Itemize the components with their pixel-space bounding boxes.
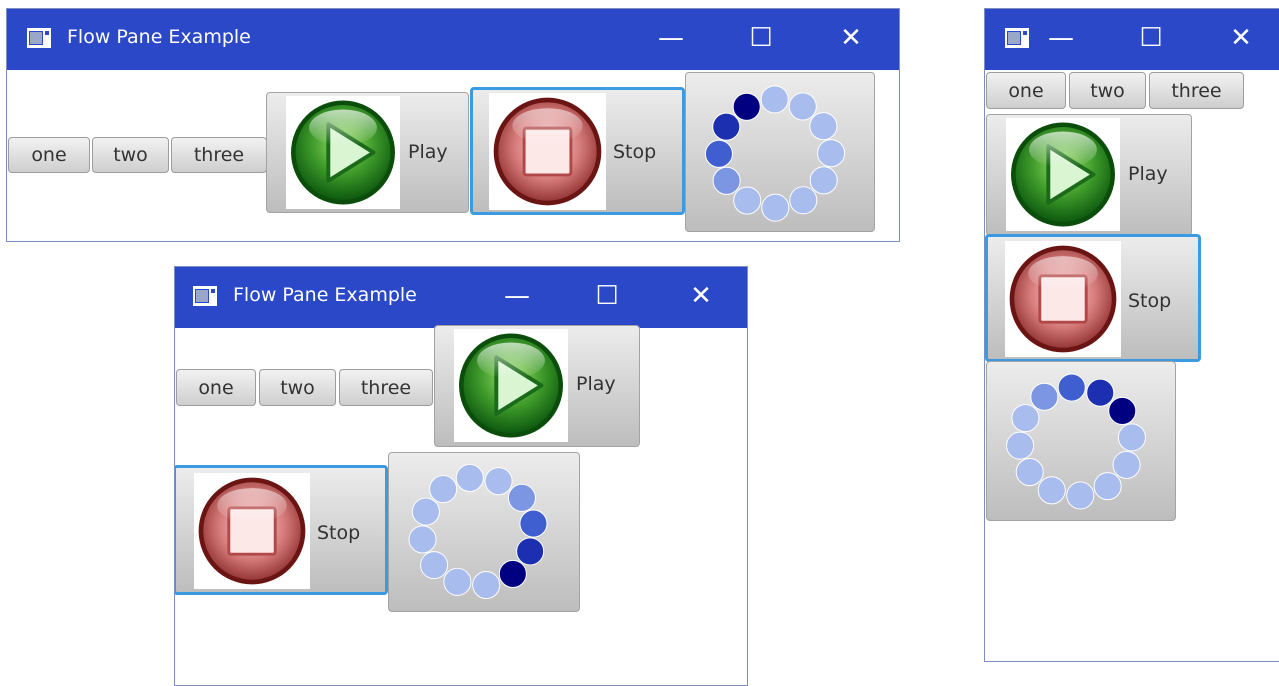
spinner-dot [1011,404,1040,433]
flow-pane-window-medium: Flow Pane Example — ☐ ✕ one two three Pl… [174,266,748,686]
play-button[interactable]: Play [266,92,469,213]
spinner-dot [519,509,548,538]
loading-spinner-icon [704,85,846,222]
spinner-dot [1093,472,1122,501]
spinner-dot [712,166,741,195]
play-label: Play [1128,163,1168,185]
app-icon [27,28,51,48]
play-label: Play [576,373,616,395]
spinner-dot [455,463,484,492]
spinner-dot [429,475,458,504]
spinner-dot [1117,423,1146,452]
spinner-dot [1108,396,1137,425]
spinner-dot [484,467,513,496]
app-icon [1005,28,1029,48]
spinner-dot [704,139,733,168]
stop-label: Stop [613,141,657,163]
spinner-dot [788,92,817,121]
stop-label: Stop [1128,290,1172,312]
stop-icon [1009,245,1117,353]
button-three[interactable]: three [1149,72,1244,109]
maximize-button[interactable]: ☐ [589,279,625,313]
spinner-dot [817,139,846,168]
minimize-button[interactable]: — [1043,21,1079,55]
button-two[interactable]: two [1069,72,1146,109]
loading-spinner-icon [1006,373,1146,510]
spinner-dot [712,112,741,141]
minimize-button[interactable]: — [653,21,689,55]
spinner-dot [1037,476,1066,505]
play-label: Play [408,141,448,163]
maximize-button[interactable]: ☐ [1133,21,1169,55]
spinner-dot [1112,450,1141,479]
button-one[interactable]: one [986,72,1066,109]
spinner-dot [1015,458,1044,487]
spinner-dot [732,92,761,121]
flow-pane: one two three Play Stop [985,70,1279,661]
spinner-dot [760,85,789,114]
spinner-dot [1086,378,1115,407]
spinner-dot [498,559,527,588]
button-three[interactable]: three [171,137,267,173]
spinner-dot [1006,431,1035,460]
stop-icon [493,97,602,206]
spinner-dot [420,551,449,580]
spinner-dot [408,525,437,554]
close-button[interactable]: ✕ [1223,21,1259,55]
spinner-dot [1057,373,1086,402]
stop-icon [198,477,306,585]
spinner-dot [507,483,536,512]
loading-button[interactable] [986,361,1176,521]
loading-button[interactable] [685,72,875,232]
stop-label: Stop [317,522,361,544]
spinner-dot [472,571,501,600]
loading-button[interactable] [388,452,580,612]
play-icon [459,333,563,438]
play-button[interactable]: Play [434,325,640,447]
spinner-dot [1066,481,1095,510]
maximize-button[interactable]: ☐ [743,21,779,55]
button-two[interactable]: two [92,137,169,173]
minimize-button[interactable]: — [499,279,535,313]
spinner-dot [789,186,818,215]
button-one[interactable]: one [8,137,90,173]
flow-pane: one two three Play Stop [7,70,899,241]
spinner-dot [761,193,790,222]
close-button[interactable]: ✕ [683,279,719,313]
title-bar[interactable]: — ☐ ✕ [985,9,1279,70]
flow-pane-window-narrow: — ☐ ✕ one two three Play Stop [984,8,1279,662]
spinner-dot [809,166,838,195]
spinner-dot [733,186,762,215]
stop-button[interactable]: Stop [175,465,388,595]
spinner-dot [1030,382,1059,411]
spinner-dot [443,567,472,596]
loading-spinner-icon [408,463,548,600]
spinner-dot [411,497,440,526]
flow-pane: one two three Play Stop [175,325,747,685]
close-button[interactable]: ✕ [833,21,869,55]
title-bar[interactable]: Flow Pane Example — ☐ ✕ [7,9,899,70]
spinner-dot [809,112,838,141]
play-icon [291,100,395,205]
window-title: Flow Pane Example [67,26,251,48]
flow-pane-window-wide: Flow Pane Example — ☐ ✕ one two three Pl… [6,8,900,242]
title-bar[interactable]: Flow Pane Example — ☐ ✕ [175,267,747,328]
app-icon [193,286,217,306]
play-button[interactable]: Play [986,114,1192,236]
spinner-dot [516,537,545,566]
play-icon [1011,122,1115,227]
window-title: Flow Pane Example [233,284,417,306]
button-three[interactable]: three [339,369,433,406]
stop-button[interactable]: Stop [470,87,685,215]
button-one[interactable]: one [176,369,256,406]
stop-button[interactable]: Stop [985,234,1201,362]
button-two[interactable]: two [259,369,336,406]
